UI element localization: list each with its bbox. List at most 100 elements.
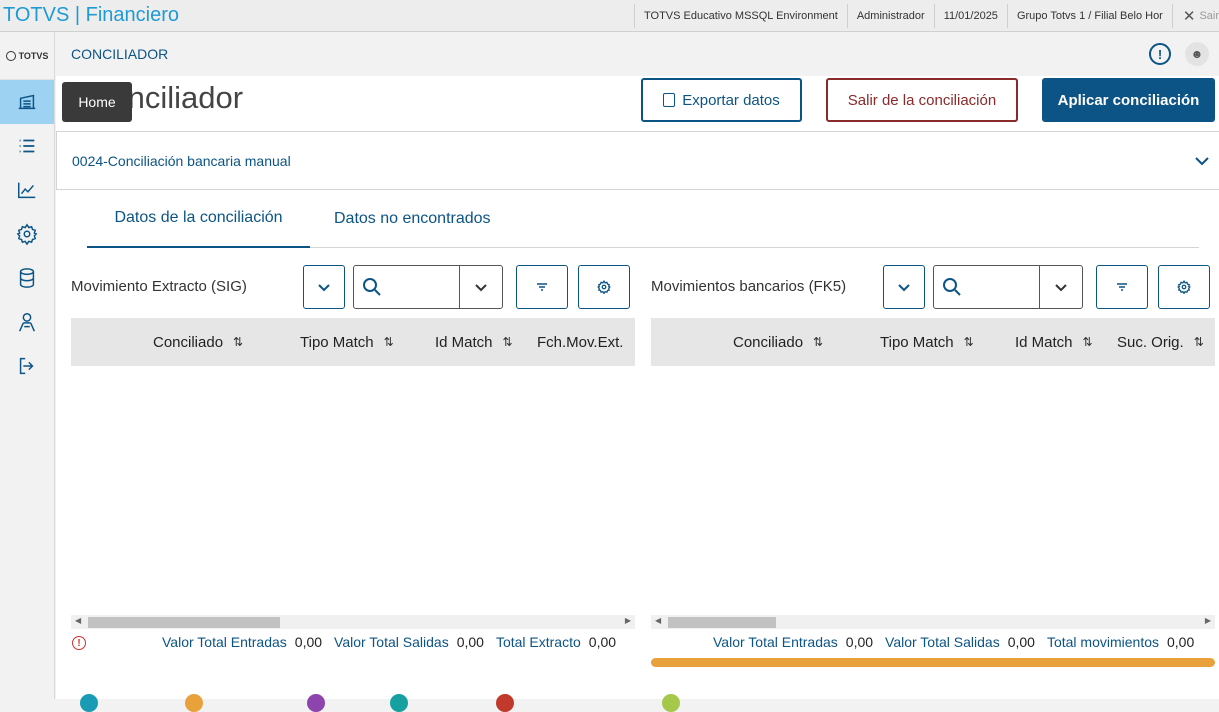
left-grid-header: Conciliado ⇅ Tipo Match ⇅ Id Match ⇅ Fch.Mo… bbox=[71, 318, 635, 366]
right-filter-button[interactable] bbox=[1096, 265, 1148, 309]
column-label: Tipo Match bbox=[300, 333, 374, 351]
column-label: Tipo Match bbox=[880, 333, 954, 351]
export-button-label: Exportar datos bbox=[682, 91, 780, 109]
right-col-id-match[interactable]: Id Match ⇅ bbox=[1015, 318, 1093, 366]
branch-label: Grupo Totvs 1 / Filial Belo Hor bbox=[1006, 3, 1172, 28]
database-icon bbox=[19, 268, 35, 288]
left-panel-title: Movimiento Extracto (SIG) bbox=[71, 278, 247, 295]
logout-link[interactable]: ✕ Sair bbox=[1171, 3, 1219, 28]
logo-icon bbox=[5, 50, 16, 61]
home-tooltip: Home bbox=[62, 82, 132, 122]
apply-reconciliation-button[interactable]: Aplicar conciliación bbox=[1042, 78, 1215, 122]
right-horizontal-scrollbar[interactable]: ◀ ▶ bbox=[651, 615, 1215, 629]
close-icon: ✕ bbox=[1182, 7, 1196, 25]
right-view-dropdown[interactable] bbox=[883, 265, 925, 309]
left-col-fch-mov-ext[interactable]: Fch.Mov.Ext. bbox=[537, 318, 623, 366]
right-panel-title: Movimientos bancarios (FK5) bbox=[651, 278, 847, 295]
total-value: 0,00 bbox=[1007, 634, 1035, 650]
main-content: Conciliador Exportar datos Salir de la c… bbox=[56, 76, 1219, 699]
logout-label: Sair bbox=[1199, 9, 1219, 22]
sidebar-item-home[interactable] bbox=[0, 80, 54, 124]
legend-dot bbox=[185, 694, 203, 712]
total-value: 0,00 bbox=[456, 634, 484, 650]
sort-icon: ⇅ bbox=[1193, 335, 1204, 349]
left-search-input[interactable] bbox=[353, 265, 503, 309]
total-value: 0,00 bbox=[588, 634, 617, 650]
tab-reconciliation-data[interactable]: Datos de la conciliación bbox=[87, 190, 310, 248]
exit-reconciliation-button[interactable]: Salir de la conciliación bbox=[826, 78, 1018, 122]
user-label: Administrador bbox=[846, 3, 934, 28]
left-settings-button[interactable] bbox=[578, 265, 630, 309]
total-label: Valor Total Entradas bbox=[162, 634, 287, 650]
scroll-right-icon[interactable]: ▶ bbox=[1205, 616, 1211, 625]
tab-not-found-data[interactable]: Datos no encontrados bbox=[334, 190, 491, 248]
module-header: CONCILIADOR ! ☻ bbox=[56, 32, 1219, 76]
left-view-dropdown[interactable] bbox=[303, 265, 345, 309]
column-label: Id Match bbox=[1015, 333, 1073, 351]
scroll-right-icon[interactable]: ▶ bbox=[625, 616, 631, 625]
chevron-down-icon bbox=[1055, 284, 1067, 292]
logout-icon bbox=[19, 357, 34, 375]
sidebar-item-user-config[interactable] bbox=[0, 300, 54, 344]
left-filter-button[interactable] bbox=[516, 265, 568, 309]
column-label: Conciliado bbox=[733, 333, 804, 351]
gear-icon bbox=[597, 280, 611, 294]
sidebar-item-logout[interactable] bbox=[0, 344, 54, 388]
sort-icon: ⇅ bbox=[502, 335, 513, 349]
app-title: TOTVS | Financiero bbox=[3, 4, 179, 26]
sort-icon: ⇅ bbox=[963, 335, 974, 349]
right-settings-button[interactable] bbox=[1158, 265, 1210, 309]
right-col-conciliado[interactable]: Conciliado ⇅ bbox=[733, 318, 823, 366]
legend-dot bbox=[80, 694, 98, 712]
legend-dot bbox=[496, 694, 514, 712]
scroll-left-icon[interactable]: ◀ bbox=[75, 616, 81, 625]
total-label: Valor Total Salidas bbox=[334, 634, 449, 650]
scroll-left-icon[interactable]: ◀ bbox=[655, 616, 661, 625]
list-icon bbox=[19, 139, 35, 153]
left-col-id-match[interactable]: Id Match ⇅ bbox=[435, 318, 513, 366]
search-icon bbox=[943, 278, 961, 296]
total-value: 0,00 bbox=[294, 634, 323, 650]
sort-icon: ⇅ bbox=[813, 335, 824, 349]
search-icon bbox=[363, 278, 381, 296]
sidebar-item-chart[interactable] bbox=[0, 168, 54, 212]
right-col-suc-orig[interactable]: Suc. Orig. ⇅ bbox=[1117, 318, 1204, 366]
user-avatar-icon[interactable]: ☻ bbox=[1185, 42, 1209, 66]
left-totals: Valor Total Entradas 0,00 Valor Total Sa… bbox=[162, 634, 620, 650]
chevron-down-icon bbox=[898, 284, 910, 292]
logo-text: TOTVS bbox=[18, 50, 49, 61]
right-search-input[interactable] bbox=[933, 265, 1083, 309]
left-horizontal-scrollbar[interactable]: ◀ ▶ bbox=[71, 615, 635, 629]
warning-icon: ! bbox=[72, 636, 86, 650]
gear-icon bbox=[1177, 280, 1191, 294]
sidebar-item-list[interactable] bbox=[0, 124, 54, 168]
right-search-dropdown[interactable] bbox=[1039, 266, 1082, 308]
export-button[interactable]: Exportar datos bbox=[641, 78, 802, 122]
total-label: Total Extracto bbox=[495, 634, 581, 650]
right-col-tipo-match[interactable]: Tipo Match ⇅ bbox=[880, 318, 974, 366]
tabs: Datos de la conciliación Datos no encont… bbox=[87, 190, 1199, 248]
total-label: Total movimientos bbox=[1046, 634, 1159, 650]
column-label: Id Match bbox=[435, 333, 493, 351]
home-icon bbox=[18, 94, 36, 110]
legend-dot bbox=[390, 694, 408, 712]
total-value: 0,00 bbox=[845, 634, 874, 650]
right-progress-bar bbox=[651, 658, 1215, 667]
filter-icon bbox=[1117, 283, 1127, 291]
sidebar-item-database[interactable] bbox=[0, 256, 54, 300]
left-col-tipo-match[interactable]: Tipo Match ⇅ bbox=[300, 318, 394, 366]
left-search-dropdown[interactable] bbox=[459, 266, 502, 308]
sidebar: TOTVS bbox=[0, 32, 55, 699]
total-value: 0,00 bbox=[1167, 634, 1195, 650]
sort-icon: ⇅ bbox=[233, 335, 244, 349]
sort-icon: ⇅ bbox=[383, 335, 394, 349]
reconciliation-accordion[interactable]: 0024-Conciliación bancaria manual bbox=[56, 131, 1219, 190]
info-icon[interactable]: ! bbox=[1149, 43, 1171, 65]
column-label: Conciliado bbox=[153, 333, 224, 351]
left-col-conciliado[interactable]: Conciliado ⇅ bbox=[153, 318, 243, 366]
right-totals: Valor Total Entradas 0,00 Valor Total Sa… bbox=[713, 634, 1198, 650]
scrollbar-thumb[interactable] bbox=[88, 617, 280, 628]
sidebar-item-settings[interactable] bbox=[0, 212, 54, 256]
totvs-logo: TOTVS bbox=[0, 32, 54, 80]
scrollbar-thumb[interactable] bbox=[668, 617, 776, 628]
